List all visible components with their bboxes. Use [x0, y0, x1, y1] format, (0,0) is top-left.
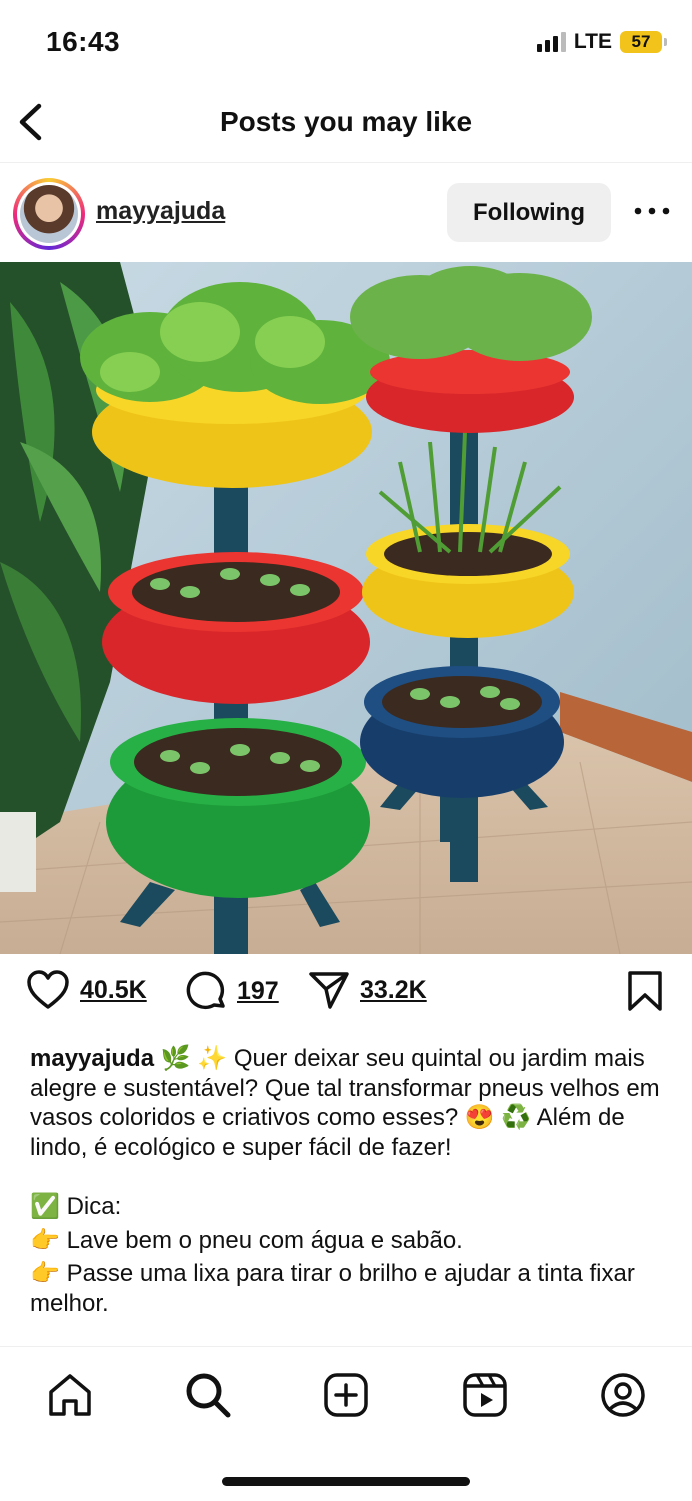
caption-emoji-1: 🌿 ✨: [160, 1045, 228, 1072]
post-actions: 40.5K 197 33.2K: [0, 970, 692, 1030]
reels-icon: [463, 1373, 507, 1417]
share-icon[interactable]: [308, 970, 350, 1010]
tip-2: Passe uma lixa para tirar o brilho e aju…: [30, 1260, 635, 1317]
post-caption: mayyajuda 🌿 ✨ Quer deixar seu quintal ou…: [30, 1044, 670, 1318]
status-time: 16:43: [46, 26, 121, 57]
save-action[interactable]: [626, 970, 664, 1012]
tip-title: Dica:: [66, 1193, 122, 1220]
following-button[interactable]: Following: [447, 183, 611, 242]
bottom-tab-bar: [0, 1346, 692, 1501]
avatar-image: [20, 185, 78, 243]
battery-icon: 57: [620, 31, 667, 53]
more-options-button[interactable]: [630, 199, 674, 223]
share-count[interactable]: 33.2K: [360, 976, 427, 1005]
status-bar: 16:43 LTE 57: [0, 0, 692, 80]
bookmark-icon[interactable]: [626, 970, 664, 1012]
tip-check-emoji: ✅: [30, 1193, 60, 1220]
caption-emoji-2: 😍 ♻️: [464, 1104, 532, 1131]
share-action[interactable]: 33.2K: [308, 970, 427, 1010]
avatar[interactable]: [13, 178, 85, 250]
tab-profile[interactable]: [599, 1371, 647, 1419]
post-header: mayyajuda Following: [0, 163, 692, 262]
battery-level: 57: [631, 32, 651, 51]
post-username[interactable]: mayyajuda: [96, 197, 225, 226]
caption-username[interactable]: mayyajuda: [30, 1045, 154, 1072]
home-indicator[interactable]: [222, 1477, 470, 1486]
tab-create[interactable]: [322, 1371, 370, 1419]
like-action[interactable]: 40.5K: [26, 970, 147, 1010]
more-horizontal-icon: [634, 207, 670, 215]
heart-icon[interactable]: [26, 970, 70, 1010]
status-right: LTE 57: [536, 30, 667, 54]
bullet-emoji: 👉: [30, 1226, 60, 1254]
comment-action[interactable]: 197: [185, 970, 279, 1012]
profile-icon: [601, 1373, 645, 1417]
home-icon: [49, 1374, 91, 1416]
create-icon: [324, 1373, 368, 1417]
network-type: LTE: [573, 30, 612, 53]
page-title: Posts you may like: [219, 106, 473, 137]
like-count[interactable]: 40.5K: [80, 976, 147, 1005]
comment-icon[interactable]: [185, 970, 227, 1012]
tip-1: Lave bem o pneu com água e sabão.: [66, 1226, 463, 1254]
tab-search[interactable]: [184, 1371, 232, 1419]
signal-icon: [536, 32, 566, 52]
top-nav: Posts you may like: [0, 80, 692, 163]
tab-home[interactable]: [46, 1371, 94, 1419]
tire-planters-photo: [0, 262, 692, 954]
bullet-emoji: 👉: [30, 1260, 60, 1287]
post-image[interactable]: [0, 262, 692, 954]
search-icon: [186, 1373, 231, 1418]
tab-reels[interactable]: [461, 1371, 509, 1419]
comment-count[interactable]: 197: [237, 977, 279, 1006]
